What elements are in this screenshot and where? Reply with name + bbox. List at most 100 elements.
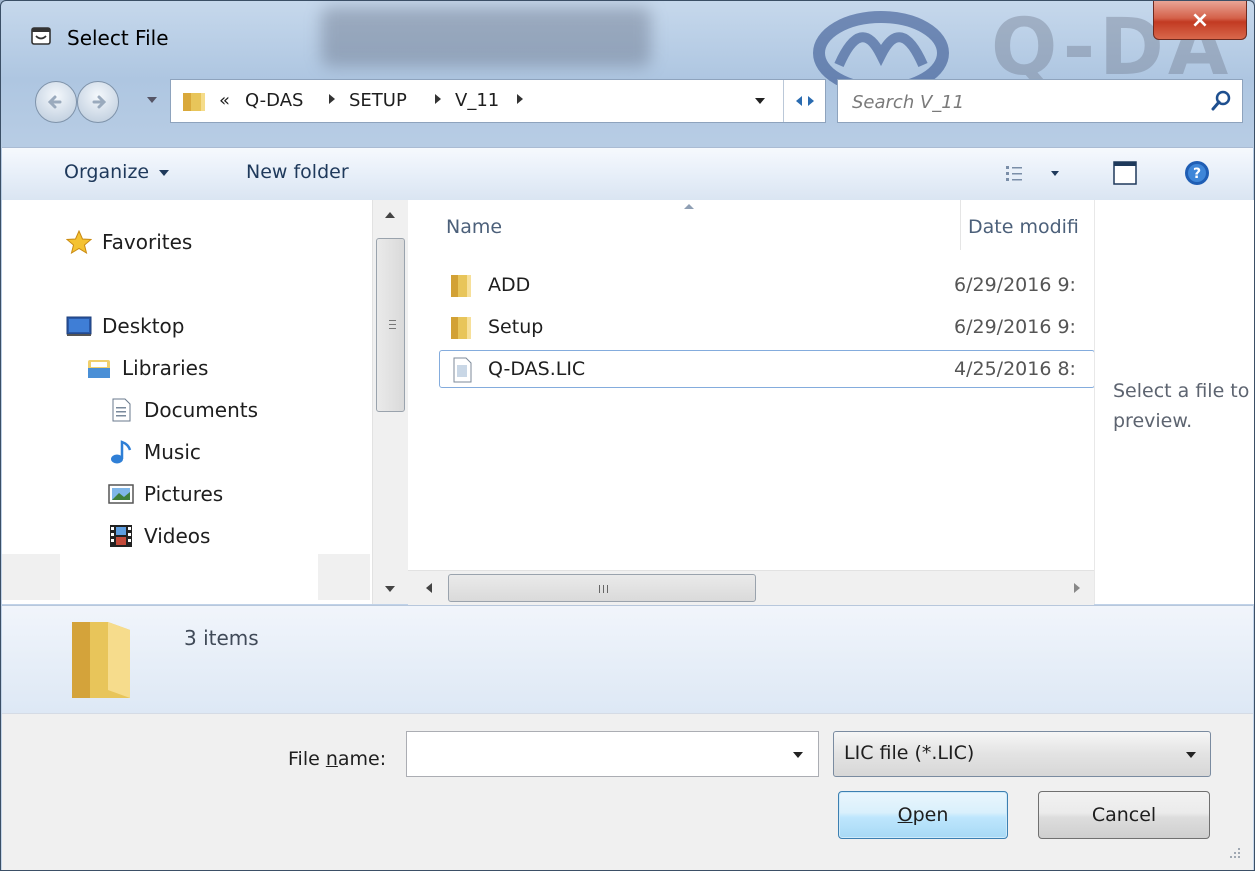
vertical-scroll-thumb[interactable] [376,238,405,412]
star-icon [66,230,92,254]
organize-label: Organize [64,161,150,183]
resize-grip-icon[interactable] [1224,844,1242,862]
documents-icon [112,398,131,422]
organize-menu-button[interactable]: Organize [64,161,170,183]
file-name-label: File name: [288,748,386,770]
nav-item-label: Libraries [122,356,209,380]
scroll-left-arrow-icon[interactable] [426,583,432,593]
search-box[interactable] [837,79,1243,123]
breadcrumb-separator-icon[interactable] [435,94,441,104]
close-icon: × [1190,7,1210,33]
preview-pane-icon[interactable] [1112,160,1138,186]
file-name-combobox[interactable] [406,731,819,777]
refresh-button[interactable] [783,80,826,122]
navigation-pane[interactable]: Favorites Desktop Libraries Documents Mu… [2,200,370,604]
file-row-add[interactable]: ADD 6/29/2016 9: [440,267,1094,305]
background-logo-icon [813,11,949,85]
scroll-down-arrow-icon[interactable] [385,586,395,592]
nav-item-libraries[interactable]: Libraries [86,356,208,380]
nav-item-label: Favorites [102,230,193,254]
videos-icon [110,525,132,547]
nav-item-favorites[interactable]: Favorites [66,230,192,254]
libraries-icon [88,360,110,378]
breadcrumb-q-das[interactable]: Q-DAS [245,90,303,111]
refresh-icon [796,96,814,106]
file-name: Setup [488,316,544,338]
sort-ascending-icon [684,204,694,209]
recent-locations-dropdown-icon[interactable] [147,97,157,103]
back-button[interactable] [35,81,77,123]
item-count: 3 items [184,626,259,650]
nav-item-videos[interactable]: Videos [108,524,210,548]
dialog-footer: File name: LIC file (*.LIC) Open Cancel [2,713,1253,870]
file-type-value: LIC file (*.LIC) [844,742,975,764]
chevron-down-icon [1186,752,1196,758]
column-divider[interactable] [960,200,961,250]
grip-line [389,324,396,325]
file-name: Q-DAS.LIC [488,358,586,380]
forward-button[interactable] [77,81,119,123]
nav-item-music[interactable]: Music [108,440,201,464]
desktop-icon [66,316,92,336]
file-name-label-text: ame: [337,748,387,770]
nav-item-desktop[interactable]: Desktop [66,314,184,338]
scroll-right-arrow-icon[interactable] [1074,583,1080,593]
file-date: 6/29/2016 9: [954,316,1076,338]
content-area: Favorites Desktop Libraries Documents Mu… [2,200,1254,605]
dialog-app-icon [31,27,51,45]
change-view-icon[interactable] [1004,162,1074,186]
chevron-down-icon [159,169,170,176]
title-bar[interactable]: Q-DA Select File × [1,1,1254,93]
background-blur [321,7,651,67]
help-icon[interactable]: ? [1184,160,1210,186]
breadcrumb-separator-icon[interactable] [517,94,523,104]
column-header-name[interactable]: Name [446,216,502,238]
pictures-icon [108,484,134,504]
search-input[interactable] [850,88,1194,116]
column-header-date-modified[interactable]: Date modifi [968,216,1094,238]
open-label: pen [912,804,949,826]
file-name: ADD [488,274,531,296]
horizontal-scroll-thumb[interactable] [448,574,756,602]
grip-line [599,585,600,593]
address-bar[interactable]: « Q-DAS SETUP V_11 [170,79,826,123]
chevron-down-icon[interactable] [793,752,803,758]
grip-line [389,328,396,329]
address-dropdown-icon[interactable] [755,98,765,104]
music-icon [111,440,132,464]
new-folder-button[interactable]: New folder [246,161,349,183]
breadcrumb-overflow-chevron[interactable]: « [219,90,230,111]
cancel-button[interactable]: Cancel [1038,791,1210,839]
details-pane: 3 items [2,605,1253,714]
document-file-icon [453,357,472,383]
open-button[interactable]: Open [838,791,1008,839]
file-list[interactable]: Name Date modifi ADD 6/29/2016 9: Setup [408,200,1095,604]
folder-icon [72,622,130,698]
select-file-dialog: Q-DA Select File × « Q-DAS SETUP V_11 Se… [0,0,1255,871]
nav-item-label: Videos [144,524,211,548]
file-date: 4/25/2016 8: [954,358,1076,380]
back-arrow-icon [47,95,62,109]
file-row-q-das-lic[interactable]: Q-DAS.LIC 4/25/2016 8: [439,350,1095,388]
search-icon[interactable] [1210,90,1232,112]
file-name-input[interactable] [411,738,775,772]
nav-item-pictures[interactable]: Pictures [108,482,223,506]
scroll-up-arrow-icon[interactable] [385,212,395,218]
nav-pane-margin [318,554,370,600]
close-button[interactable]: × [1153,1,1247,40]
grip-line [607,585,608,593]
nav-item-documents[interactable]: Documents [108,398,258,422]
file-type-select[interactable]: LIC file (*.LIC) [833,731,1211,777]
breadcrumb-setup[interactable]: SETUP [349,90,407,111]
command-toolbar: Organize New folder ? [2,147,1253,201]
nav-item-label: Music [144,440,201,464]
file-name-accelerator: n [325,748,338,770]
breadcrumb-v11[interactable]: V_11 [455,90,499,111]
file-list-horizontal-scrollbar[interactable] [408,570,1094,605]
navigation-vertical-scrollbar[interactable] [372,200,408,604]
file-row-setup[interactable]: Setup 6/29/2016 9: [440,309,1094,347]
nav-item-label: Desktop [102,314,185,338]
dialog-title: Select File [67,26,169,50]
preview-pane: Select a file to preview. [1094,200,1254,604]
breadcrumb-separator-icon[interactable] [329,94,335,104]
